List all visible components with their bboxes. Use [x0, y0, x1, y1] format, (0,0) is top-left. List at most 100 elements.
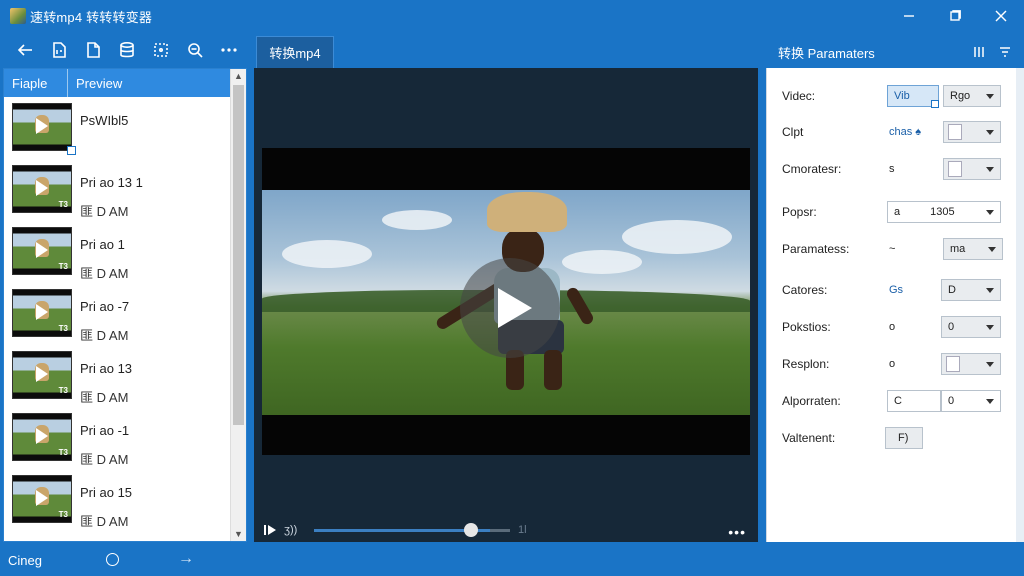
- color-swatch: [948, 161, 962, 177]
- close-button[interactable]: [978, 0, 1024, 32]
- zoom-search-button[interactable]: [178, 35, 212, 65]
- param-row-positions: Pokstios: o 0: [767, 313, 1017, 341]
- file-date: 匪 D AM: [80, 266, 129, 281]
- list-item[interactable]: T3 Pri ao 1 匪 D AM: [4, 221, 230, 283]
- seek-bar[interactable]: [314, 522, 490, 537]
- video-player: ʒ)) 1l •••: [254, 68, 758, 542]
- scroll-thumb[interactable]: [233, 85, 244, 425]
- list-item[interactable]: T3 Pri ao -7 匪 D AM: [4, 283, 230, 345]
- more-button[interactable]: [212, 35, 246, 65]
- preset-value: 1305: [930, 206, 955, 218]
- file-name: Pri ao -1: [80, 423, 130, 438]
- resolution-dropdown[interactable]: [941, 353, 1001, 375]
- file-date: 匪 D AM: [80, 328, 129, 343]
- video-frame[interactable]: [262, 148, 750, 455]
- file-button[interactable]: [76, 35, 110, 65]
- thumbnail-tag: T3: [58, 324, 68, 333]
- volume-indicator[interactable]: ʒ)): [284, 524, 314, 536]
- param-label: Valtenent:: [782, 431, 836, 445]
- database-button[interactable]: [110, 35, 144, 65]
- cloud-shape: [382, 210, 452, 230]
- column-header-file[interactable]: Fiaple: [4, 69, 68, 97]
- tab-player[interactable]: 转换mp4: [256, 36, 334, 68]
- thumbnail-tag: T3: [58, 262, 68, 271]
- window-controls: [886, 0, 1024, 32]
- minimize-button[interactable]: [886, 0, 932, 32]
- chevron-down-icon: [988, 247, 996, 252]
- video-codec-dropdown[interactable]: Rgo: [943, 85, 1001, 107]
- selection-handle[interactable]: [67, 146, 76, 155]
- list-item[interactable]: PsWIbl5: [4, 97, 230, 159]
- file-list-panel: Fiaple Preview PsWIbl5 T3 Pri ao 13 1 匪 …: [3, 68, 247, 542]
- file-name: Pri ao -7: [80, 299, 130, 314]
- list-item[interactable]: T3 Pri ao 13 1 匪 D AM: [4, 159, 230, 221]
- file-meta: Pri ao -1 匪 D AM: [80, 413, 129, 467]
- scroll-up-icon[interactable]: ▲: [234, 71, 243, 81]
- chevron-down-icon: [986, 94, 994, 99]
- categories-dropdown[interactable]: D: [941, 279, 1001, 301]
- param-label: Resplon:: [782, 357, 830, 371]
- param-value: o: [889, 358, 896, 370]
- list-item[interactable]: T3 Pri ao 15 匪 D AM: [4, 469, 230, 531]
- preset-dropdown[interactable]: a 1305: [887, 201, 1001, 223]
- param-value: o: [889, 321, 896, 333]
- status-text: Cineg: [8, 552, 42, 568]
- video-thumbnail: T3: [12, 413, 72, 461]
- play-overlay-button[interactable]: [460, 258, 560, 358]
- minimize-icon: [904, 15, 914, 17]
- list-item[interactable]: T3 Pri ao -1 匪 D AM: [4, 407, 230, 469]
- zip-file-icon: [53, 42, 66, 58]
- zip-file-button[interactable]: [42, 35, 76, 65]
- clip-dropdown[interactable]: [943, 121, 1001, 143]
- param-value: s: [889, 163, 895, 175]
- file-name: Pri ao 13: [80, 361, 133, 376]
- play-icon: [36, 366, 48, 382]
- database-icon: [120, 41, 134, 58]
- aspect-dropdown[interactable]: 0: [941, 390, 1001, 412]
- file-meta: Pri ao 13 1 匪 D AM: [80, 165, 143, 219]
- maximize-icon: [950, 10, 961, 21]
- param-label: Videc:: [782, 89, 816, 103]
- seek-bar-remaining[interactable]: [490, 528, 510, 532]
- color-swatch: [948, 124, 962, 140]
- file-date: 匪 D AM: [80, 514, 129, 529]
- columns-icon[interactable]: [972, 45, 986, 59]
- parameters-dropdown[interactable]: ma: [943, 238, 1003, 260]
- close-icon: [995, 10, 1007, 22]
- scroll-down-icon[interactable]: ▼: [234, 529, 243, 539]
- play-icon: [36, 490, 48, 506]
- resize-handle[interactable]: [931, 100, 939, 108]
- child-figure: [544, 350, 562, 390]
- param-label: Catores:: [782, 283, 828, 297]
- forward-arrow-icon[interactable]: →: [178, 550, 194, 568]
- back-button[interactable]: [8, 35, 42, 65]
- title-bar: 速转mp4 转转转变器: [0, 0, 1024, 32]
- aspect-input[interactable]: C: [887, 390, 941, 412]
- video-thumbnail: [12, 103, 76, 155]
- param-label: Paramatess:: [782, 242, 850, 256]
- play-icon: [36, 242, 48, 258]
- thumbnail-tag: T3: [58, 448, 68, 457]
- more-options-icon[interactable]: •••: [728, 524, 746, 540]
- chevron-down-icon: [986, 210, 994, 215]
- file-name: Pri ao 1: [80, 237, 125, 252]
- status-circle-icon[interactable]: [106, 553, 119, 566]
- param-row-clip: Clpt chas ♠: [767, 118, 1017, 146]
- file-list-scrollbar[interactable]: ▲ ▼: [230, 69, 246, 541]
- play-icon: [36, 180, 48, 196]
- play-icon: [36, 428, 48, 444]
- positions-dropdown[interactable]: 0: [941, 316, 1001, 338]
- param-label: Popsr:: [782, 205, 817, 219]
- seek-knob[interactable]: [463, 522, 478, 537]
- framerate-dropdown[interactable]: [943, 158, 1001, 180]
- list-item[interactable]: T3 Pri ao 13 匪 D AM: [4, 345, 230, 407]
- file-name: Pri ao 15: [80, 485, 133, 500]
- filter-icon[interactable]: [998, 45, 1012, 59]
- column-header-preview[interactable]: Preview: [68, 76, 122, 91]
- select-region-button[interactable]: [144, 35, 178, 65]
- param-value: Gs: [889, 284, 904, 296]
- more-icon: [221, 48, 237, 52]
- maximize-button[interactable]: [932, 0, 978, 32]
- play-pause-icon[interactable]: [264, 524, 276, 536]
- value-button[interactable]: F): [885, 427, 923, 449]
